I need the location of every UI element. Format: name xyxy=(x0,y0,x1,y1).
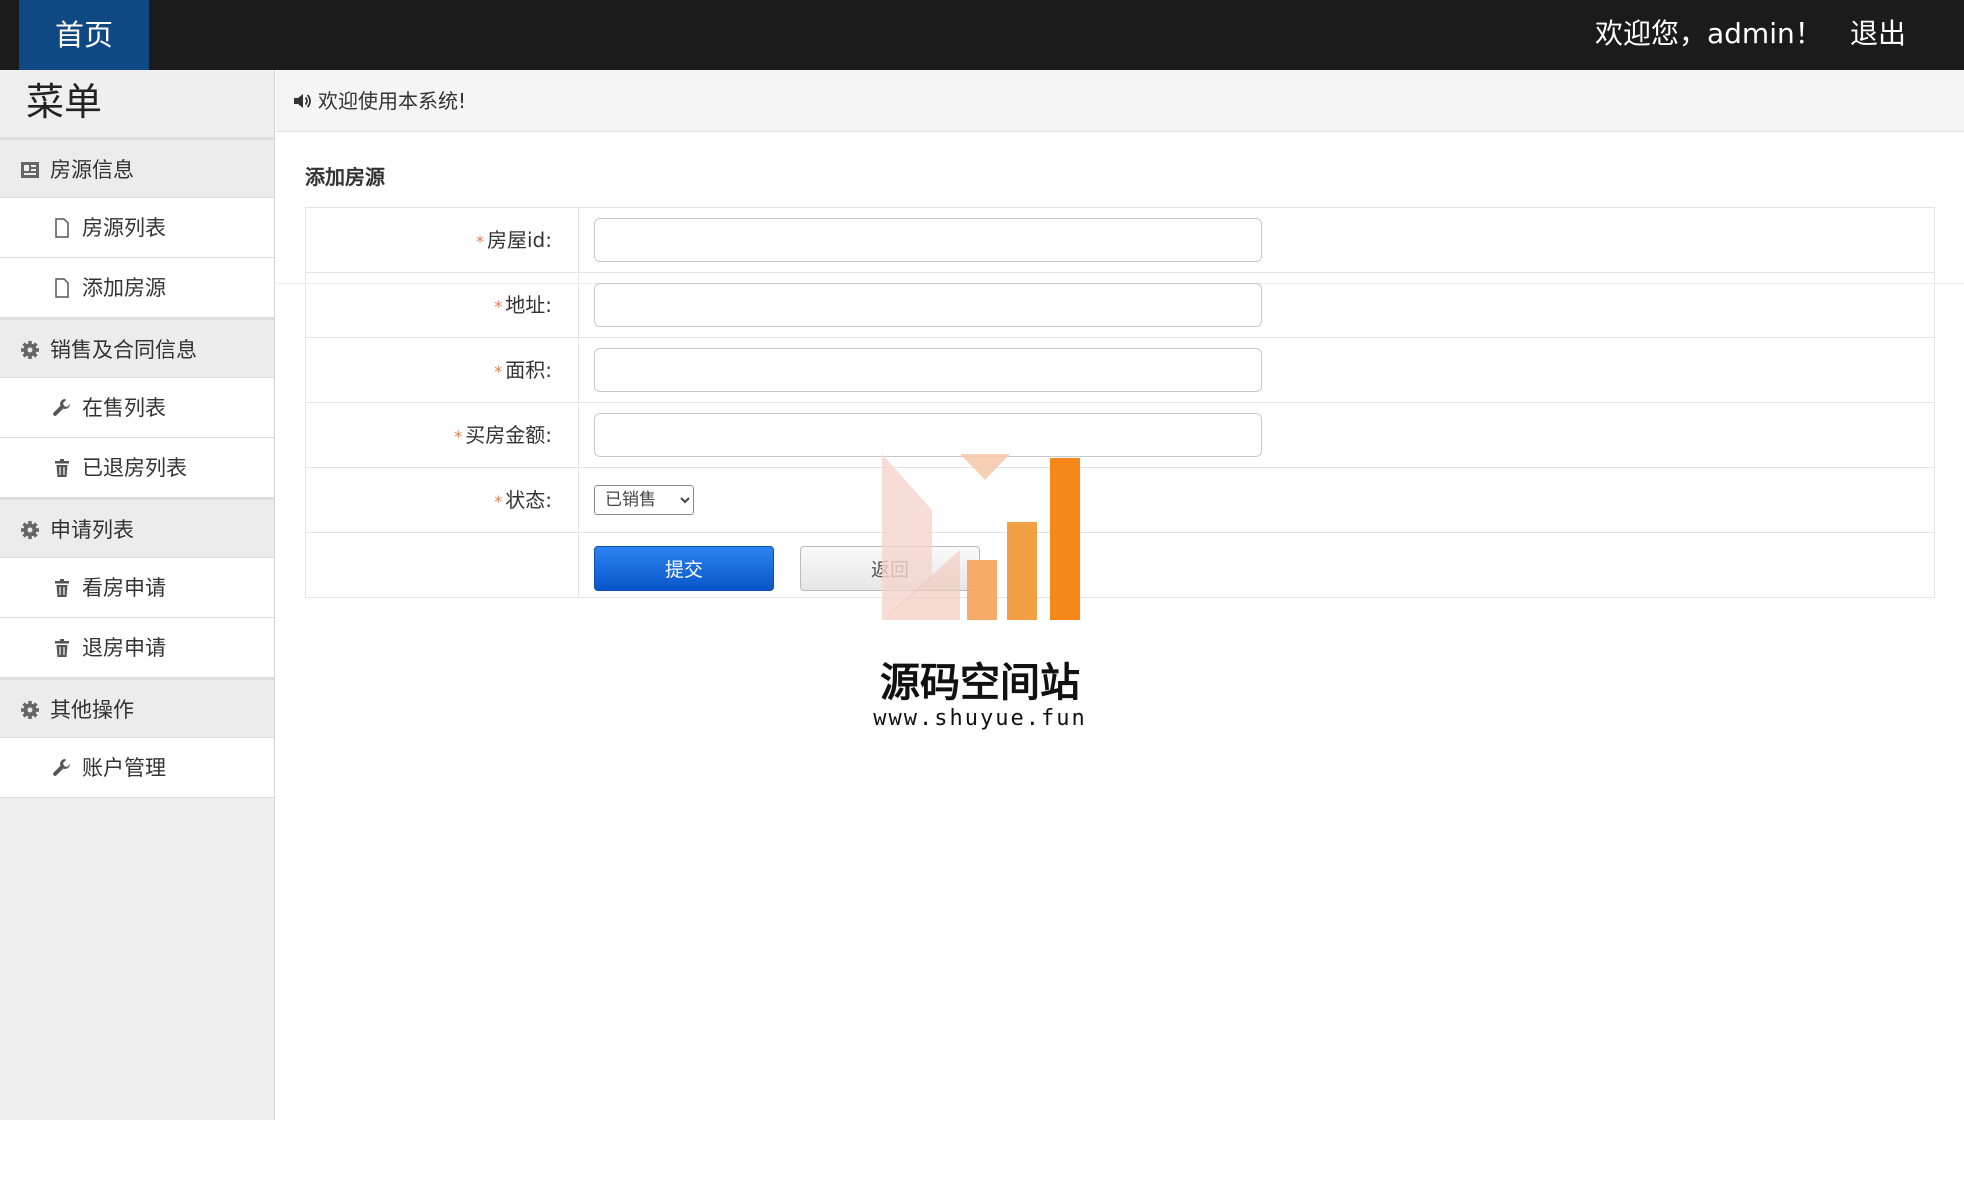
sidebar-group-sales[interactable]: 销售及合同信息 xyxy=(0,318,274,378)
house-id-input[interactable] xyxy=(594,218,1262,262)
sidebar-group-house-info[interactable]: 房源信息 xyxy=(0,138,274,198)
home-tab[interactable]: 首页 xyxy=(19,0,149,70)
sidebar-group-label: 房源信息 xyxy=(50,158,134,182)
submit-button[interactable]: 提交 xyxy=(594,546,774,591)
required-mark: * xyxy=(454,427,463,446)
sidebar-group-other[interactable]: 其他操作 xyxy=(0,678,274,738)
form-row-address: * 地址: xyxy=(306,273,1934,338)
address-label: * 地址: xyxy=(306,273,579,337)
form-row-house-id: * 房屋id: xyxy=(306,208,1934,273)
form-row-price: * 买房金额: xyxy=(306,403,1934,468)
watermark-name: 源码空间站 xyxy=(880,660,1080,706)
required-mark: * xyxy=(494,362,503,381)
area-input[interactable] xyxy=(594,348,1262,392)
welcome-text: 欢迎您，admin！ xyxy=(1595,17,1823,50)
gear-icon xyxy=(21,701,39,719)
field-label: 房屋id: xyxy=(487,228,552,252)
sidebar-item-house-list[interactable]: 房源列表 xyxy=(0,198,274,258)
file-icon xyxy=(55,278,69,298)
sidebar-item-label: 在售列表 xyxy=(82,396,166,420)
required-mark: * xyxy=(476,232,484,251)
form-row-area: * 面积: xyxy=(306,338,1934,403)
address-input[interactable] xyxy=(594,283,1262,327)
sidebar-item-label: 房源列表 xyxy=(82,216,166,240)
wrench-icon xyxy=(53,759,70,776)
logout-link[interactable]: 退出 xyxy=(1850,0,1906,70)
speaker-icon xyxy=(294,94,311,108)
sidebar-group-label: 销售及合同信息 xyxy=(50,338,197,362)
notice-text: 欢迎使用本系统! xyxy=(318,89,467,113)
top-navbar: 首页 欢迎您，admin！ 退出 xyxy=(0,0,1964,70)
menu-title: 菜单 xyxy=(0,70,274,138)
sidebar-item-add-house[interactable]: 添加房源 xyxy=(0,258,274,318)
area-label: * 面积: xyxy=(306,338,579,402)
form-row-actions: 提交 返回 xyxy=(306,533,1934,597)
watermark-url: www.shuyue.fun xyxy=(873,706,1087,731)
price-label: * 买房金额: xyxy=(306,403,579,467)
sidebar-item-label: 看房申请 xyxy=(82,576,166,600)
sidebar-item-label: 退房申请 xyxy=(82,636,166,660)
required-mark: * xyxy=(494,492,503,511)
add-house-form: *房屋id: *地址: *面积: *买房金额: *状态: 已销售 提交 返回 xyxy=(305,207,1935,598)
page-title: 添加房源 xyxy=(305,165,385,189)
gear-icon xyxy=(21,341,39,359)
trash-icon xyxy=(55,459,69,477)
id-card-icon xyxy=(21,162,39,178)
field-label: 买房金额: xyxy=(465,423,552,447)
status-select[interactable]: 已销售 xyxy=(594,485,694,515)
sidebar-item-viewing-requests[interactable]: 看房申请 xyxy=(0,558,274,618)
sidebar: 菜单 房源信息 房源列表 添加房源 销售及合同信息 在售列表 已退房列表 申请列… xyxy=(0,70,275,1120)
form-row-status: * 状态: 已销售 xyxy=(306,468,1934,533)
sidebar-item-checked-out[interactable]: 已退房列表 xyxy=(0,438,274,498)
status-label: * 状态: xyxy=(306,468,579,532)
sidebar-item-checkout-requests[interactable]: 退房申请 xyxy=(0,618,274,678)
actions-label-cell xyxy=(306,533,579,597)
notice-bar: 欢迎使用本系统! xyxy=(276,70,1964,132)
trash-icon xyxy=(55,579,69,597)
field-label: 地址: xyxy=(505,293,552,317)
sidebar-group-label: 其他操作 xyxy=(50,698,134,722)
sidebar-item-label: 添加房源 xyxy=(82,276,166,300)
sidebar-item-on-sale[interactable]: 在售列表 xyxy=(0,378,274,438)
sidebar-group-requests[interactable]: 申请列表 xyxy=(0,498,274,558)
sidebar-item-label: 已退房列表 xyxy=(82,456,187,480)
required-mark: * xyxy=(494,297,503,316)
wrench-icon xyxy=(53,399,70,416)
field-label: 面积: xyxy=(505,358,552,382)
file-icon xyxy=(55,218,69,238)
house-id-label: * 房屋id: xyxy=(306,208,579,272)
field-label: 状态: xyxy=(505,488,552,512)
sidebar-group-label: 申请列表 xyxy=(50,518,134,542)
trash-icon xyxy=(55,639,69,657)
gear-icon xyxy=(21,521,39,539)
sidebar-item-label: 账户管理 xyxy=(82,756,166,780)
sidebar-item-account-management[interactable]: 账户管理 xyxy=(0,738,274,798)
